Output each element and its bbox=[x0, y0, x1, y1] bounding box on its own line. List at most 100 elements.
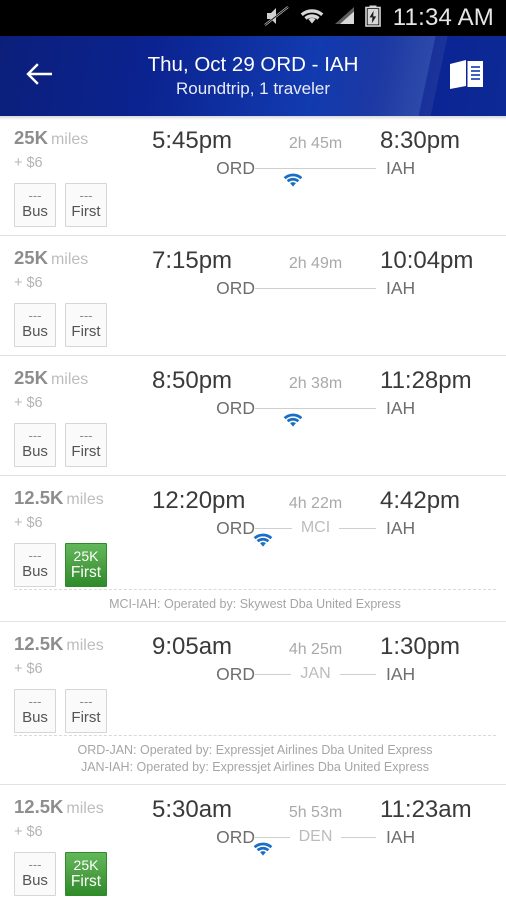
arrive-time: 1:30pm bbox=[380, 633, 461, 660]
cabin-chip-first[interactable]: 25K First bbox=[65, 852, 107, 896]
cash-fee: + $6 bbox=[14, 661, 43, 677]
route-row: ORD IAH bbox=[130, 276, 494, 300]
flight-row[interactable]: 25K miles + $6 --- Bus --- First 8:50pm 2h 38m 11… bbox=[0, 356, 506, 476]
flight-duration: 4h 25m bbox=[288, 641, 343, 658]
times-row: 7:15pm 2h 49m 10:04pm bbox=[130, 246, 494, 279]
operator-note: JAN-IAH: Operated by: Expressjet Airline… bbox=[80, 760, 430, 774]
route-segment-1 bbox=[255, 287, 376, 289]
miles-line: 12.5K miles bbox=[14, 632, 130, 658]
destination-airport: IAH bbox=[386, 398, 416, 418]
chip-miles: --- bbox=[28, 188, 42, 203]
page-subtitle: Roundtrip, 1 traveler bbox=[175, 79, 331, 98]
flight-row[interactable]: 12.5K miles + $6 --- Bus 25K First 5:30am 5h 53m… bbox=[0, 785, 506, 900]
chip-miles: --- bbox=[79, 694, 93, 709]
route-row: ORD IAH bbox=[130, 396, 494, 427]
destination-airport: IAH bbox=[386, 827, 416, 847]
cabin-chip-first[interactable]: --- First bbox=[65, 423, 107, 467]
miles-line: 25K miles bbox=[14, 366, 130, 392]
chip-cabin: Bus bbox=[22, 323, 48, 340]
status-bar: 11:34 AM bbox=[0, 0, 506, 36]
cellular-signal-icon bbox=[334, 6, 356, 31]
flight-row[interactable]: 12.5K miles + $6 --- Bus --- First 9:05am 4h 25m… bbox=[0, 622, 506, 785]
arrive-time: 11:23am bbox=[380, 796, 472, 823]
flight-duration: 2h 45m bbox=[288, 135, 343, 152]
miles-label: miles bbox=[50, 131, 89, 148]
origin-airport: ORD bbox=[216, 278, 255, 298]
miles-label: miles bbox=[50, 251, 89, 268]
operator-note: ORD-JAN: Operated by: Expressjet Airline… bbox=[77, 743, 433, 757]
flight-row-main: 12.5K miles + $6 --- Bus --- First 9:05am 4h 25m… bbox=[0, 632, 506, 733]
cabin-chips: --- Bus --- First bbox=[14, 303, 130, 347]
itinerary-column: 7:15pm 2h 49m 10:04pm ORD IAH bbox=[130, 246, 506, 300]
destination-airport: IAH bbox=[386, 278, 416, 298]
arrive-time: 8:30pm bbox=[380, 127, 461, 154]
app-header: Thu, Oct 29 ORD - IAH Roundtrip, 1 trave… bbox=[0, 36, 506, 116]
cabin-chip-bus[interactable]: --- Bus bbox=[14, 303, 56, 347]
cabin-chip-first[interactable]: --- First bbox=[65, 183, 107, 227]
chip-cabin: First bbox=[71, 709, 101, 726]
destination-airport: IAH bbox=[386, 518, 416, 538]
flight-row[interactable]: 25K miles + $6 --- Bus --- First 5:45pm 2h 45m 8:… bbox=[0, 116, 506, 236]
miles-line: 12.5K miles bbox=[14, 795, 130, 821]
cabin-chip-bus[interactable]: --- Bus bbox=[14, 183, 56, 227]
brochure-button[interactable] bbox=[442, 51, 492, 101]
chip-cabin: First bbox=[71, 323, 101, 340]
miles-amount: 12.5K bbox=[14, 633, 64, 654]
flight-row[interactable]: 25K miles + $6 --- Bus --- First 7:15pm 2h 49m 10… bbox=[0, 236, 506, 356]
cabin-chips: --- Bus --- First bbox=[14, 423, 130, 467]
chip-cabin: Bus bbox=[22, 872, 48, 889]
wifi-icon bbox=[282, 413, 304, 428]
chip-miles: --- bbox=[28, 857, 42, 872]
cabin-chip-first[interactable]: --- First bbox=[65, 689, 107, 733]
cabin-chip-bus[interactable]: --- Bus bbox=[14, 852, 56, 896]
flight-duration: 5h 53m bbox=[288, 804, 343, 821]
operator-divider bbox=[14, 735, 496, 736]
origin-airport: ORD bbox=[216, 398, 255, 418]
miles-amount: 25K bbox=[14, 247, 48, 268]
battery-charging-icon bbox=[364, 5, 381, 32]
connection-airport: MCI bbox=[300, 519, 331, 536]
origin-airport: ORD bbox=[216, 518, 255, 538]
chip-miles: --- bbox=[28, 548, 42, 563]
miles-label: miles bbox=[66, 637, 104, 654]
wifi-icon bbox=[252, 842, 274, 857]
chip-miles: --- bbox=[28, 428, 42, 443]
cabin-chip-bus[interactable]: --- Bus bbox=[14, 423, 56, 467]
depart-time: 5:30am bbox=[152, 796, 233, 823]
route-segment-2 bbox=[339, 527, 377, 529]
cabin-chip-first[interactable]: 25K First bbox=[65, 543, 107, 587]
cabin-chip-first[interactable]: --- First bbox=[65, 303, 107, 347]
cash-fee: + $6 bbox=[14, 155, 43, 171]
chip-miles: --- bbox=[28, 694, 42, 709]
cabin-chip-bus[interactable]: --- Bus bbox=[14, 689, 56, 733]
price-column: 12.5K miles + $6 --- Bus 25K First bbox=[0, 486, 130, 587]
chip-miles: 25K bbox=[73, 857, 99, 873]
cash-fee: + $6 bbox=[14, 275, 43, 291]
arrive-time: 10:04pm bbox=[380, 247, 474, 274]
miles-amount: 12.5K bbox=[14, 487, 64, 508]
depart-time: 5:45pm bbox=[152, 127, 233, 154]
cabin-chip-bus[interactable]: --- Bus bbox=[14, 543, 56, 587]
miles-label: miles bbox=[50, 371, 89, 388]
cash-fee: + $6 bbox=[14, 395, 43, 411]
cabin-chips: --- Bus 25K First bbox=[14, 543, 130, 587]
wifi-icon bbox=[282, 173, 304, 188]
miles-amount: 12.5K bbox=[14, 796, 64, 817]
flight-results-list[interactable]: 25K miles + $6 --- Bus --- First 5:45pm 2h 45m 8:… bbox=[0, 116, 506, 900]
miles-line: 25K miles bbox=[14, 126, 130, 152]
miles-amount: 25K bbox=[14, 127, 48, 148]
back-button[interactable] bbox=[16, 52, 64, 100]
back-arrow-icon bbox=[25, 62, 55, 91]
depart-time: 8:50pm bbox=[152, 367, 233, 394]
depart-time: 7:15pm bbox=[152, 247, 233, 274]
chip-miles: --- bbox=[79, 308, 93, 323]
wifi-icon bbox=[299, 6, 325, 31]
route-segment-1 bbox=[255, 527, 292, 529]
chip-cabin: First bbox=[70, 564, 102, 581]
flight-duration: 2h 38m bbox=[288, 375, 343, 392]
header-highlight-band bbox=[304, 36, 452, 116]
flight-row[interactable]: 12.5K miles + $6 --- Bus 25K First 12:20pm 4h 22… bbox=[0, 476, 506, 622]
flight-duration: 4h 22m bbox=[288, 495, 343, 512]
cabin-chips: --- Bus --- First bbox=[14, 689, 130, 733]
route-line bbox=[255, 407, 376, 409]
